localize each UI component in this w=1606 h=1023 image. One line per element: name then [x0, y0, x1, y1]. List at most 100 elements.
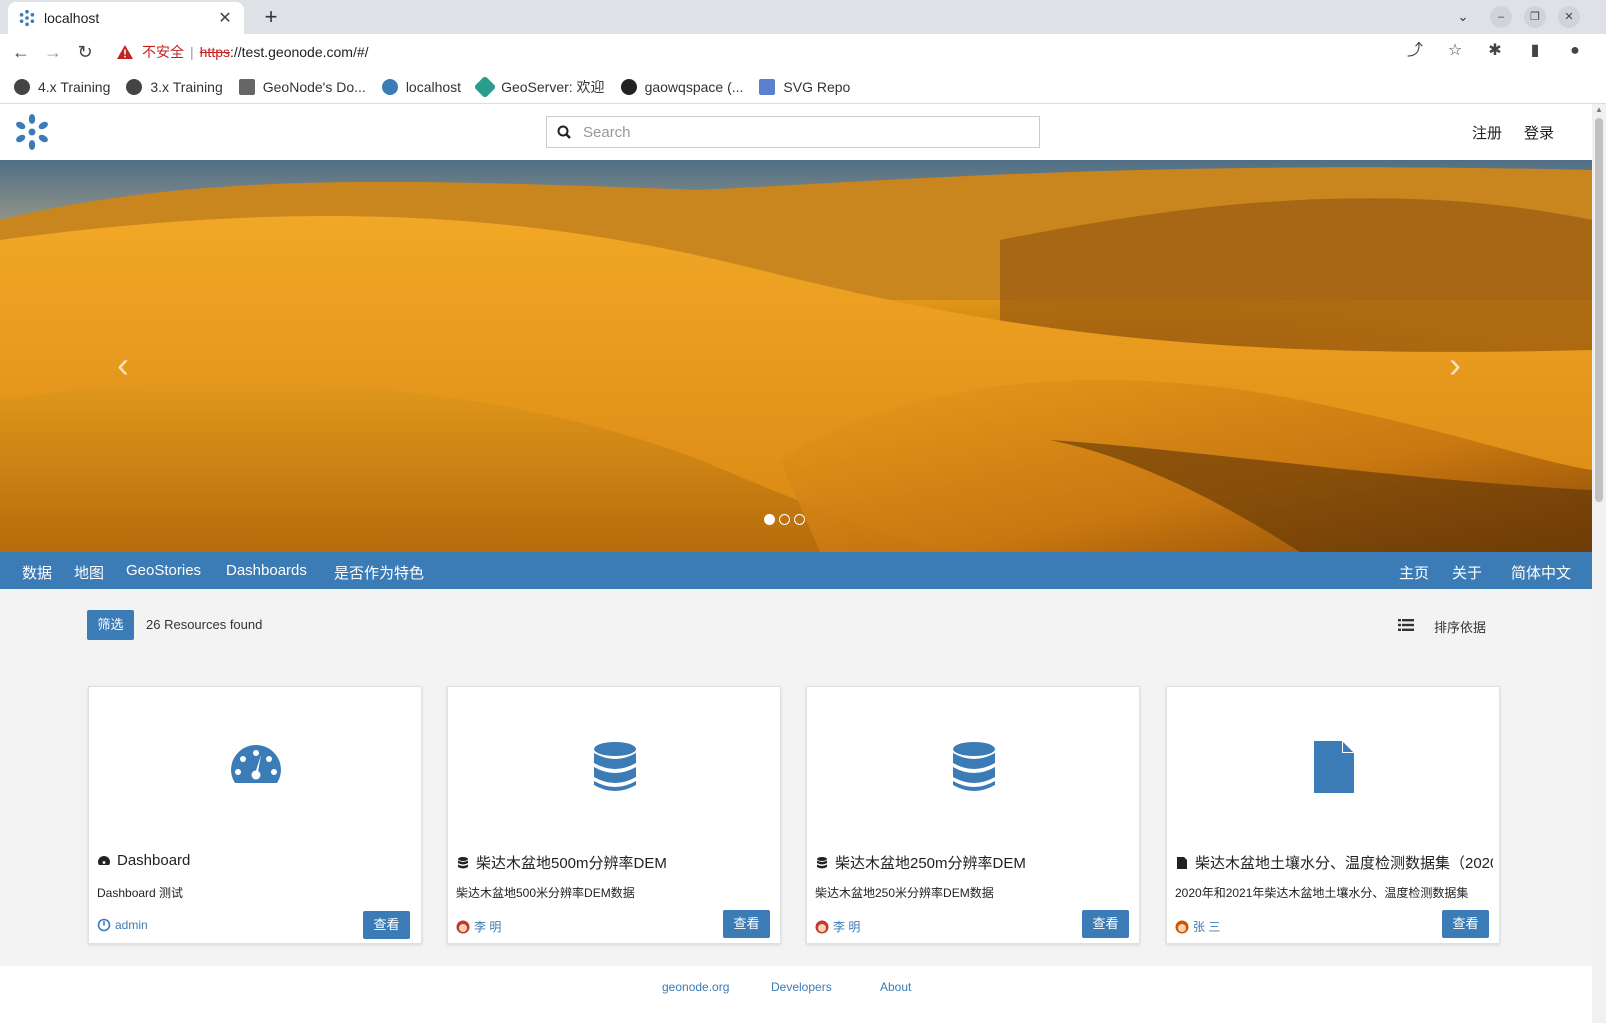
card-description: 柴达木盆地250米分辨率DEM数据 — [815, 886, 994, 900]
side-panel-icon[interactable]: ▮ — [1524, 40, 1546, 62]
result-count: 26 Resources found — [146, 617, 263, 632]
profile-icon[interactable]: ● — [1564, 40, 1586, 62]
back-icon[interactable]: ← — [10, 41, 32, 63]
bookmark-item[interactable]: GeoNode's Do... — [238, 78, 366, 95]
resource-card[interactable]: 柴达木盆地250m分辨率DEM 柴达木盆地250米分辨率DEM数据 李 明 查看 — [806, 686, 1140, 944]
reload-icon[interactable]: ↻ — [74, 41, 96, 63]
geonode-logo-icon[interactable] — [12, 112, 52, 152]
nav-item-about[interactable]: 关于 — [1452, 562, 1482, 583]
user-power-icon — [97, 918, 111, 932]
resource-card[interactable]: Dashboard Dashboard 测试 admin 查看 — [88, 686, 422, 944]
bookmark-item[interactable]: 3.x Training — [126, 78, 223, 95]
view-button[interactable]: 查看 — [363, 911, 410, 939]
dashboard-icon — [231, 745, 281, 783]
bookmark-item[interactable]: GeoServer: 欢迎 — [473, 75, 605, 98]
sort-dropdown[interactable]: 排序依据 — [1434, 617, 1486, 636]
carousel-dot[interactable] — [764, 514, 775, 525]
nav-item-maps[interactable]: 地图 — [74, 562, 104, 583]
view-button[interactable]: 查看 — [1082, 910, 1129, 938]
nav-item-language[interactable]: 简体中文 — [1511, 562, 1571, 583]
restore-icon[interactable]: ❐ — [1524, 6, 1546, 28]
page-scrollbar[interactable]: ▲ — [1592, 104, 1606, 1023]
new-tab-icon[interactable]: + — [258, 4, 284, 30]
dashboard-icon — [98, 855, 110, 865]
bookmarks-bar: 4.x Training 3.x Training GeoNode's Do..… — [0, 70, 1606, 104]
filter-button[interactable]: 筛选 — [87, 610, 134, 640]
footer-link-developers[interactable]: Developers — [771, 980, 832, 994]
owner-name: admin — [115, 918, 148, 932]
nav-item-geostories[interactable]: GeoStories — [126, 562, 201, 579]
view-button[interactable]: 查看 — [723, 910, 770, 938]
view-button[interactable]: 查看 — [1442, 910, 1489, 938]
nav-item-dashboards[interactable]: Dashboards — [226, 562, 307, 579]
carousel-dot[interactable] — [794, 514, 805, 525]
nav-item-data[interactable]: 数据 — [22, 562, 52, 583]
carousel-next-icon[interactable]: › — [1440, 345, 1470, 385]
card-owner[interactable]: admin — [97, 918, 148, 932]
resource-card[interactable]: 柴达木盆地500m分辨率DEM 柴达木盆地500米分辨率DEM数据 李 明 查看 — [447, 686, 781, 944]
close-tab-icon[interactable]: ✕ — [216, 8, 234, 28]
card-title[interactable]: 柴达木盆地500m分辨率DEM — [456, 852, 774, 873]
card-owner[interactable]: 李 明 — [815, 918, 860, 935]
database-icon — [594, 742, 636, 791]
main-navbar: 数据 地图 GeoStories Dashboards 是否作为特色 主页 关于… — [0, 552, 1592, 589]
database-icon — [953, 742, 995, 791]
card-title-text: 柴达木盆地250m分辨率DEM — [835, 855, 1026, 872]
card-title[interactable]: 柴达木盆地250m分辨率DEM — [815, 852, 1133, 873]
window-controls: – ❐ ✕ — [1490, 6, 1580, 28]
card-title[interactable]: Dashboard — [97, 852, 415, 869]
omnibox-divider: | — [190, 44, 194, 60]
nav-item-featured[interactable]: 是否作为特色 — [334, 562, 424, 583]
address-bar[interactable]: 不安全 | https ://test.geonode.com/#/ — [108, 38, 1388, 66]
card-owner[interactable]: 张 三 — [1175, 918, 1220, 935]
owner-name: 李 明 — [833, 920, 861, 934]
register-link[interactable]: 注册 — [1472, 122, 1502, 143]
card-owner[interactable]: 李 明 — [456, 918, 501, 935]
document-icon — [1177, 856, 1187, 869]
globe-icon — [126, 78, 143, 95]
browser-tab[interactable]: localhost ✕ — [8, 2, 244, 34]
geonode-icon — [381, 78, 398, 95]
scroll-up-icon[interactable]: ▲ — [1595, 106, 1603, 114]
share-icon[interactable]: ⤴ — [1404, 40, 1426, 62]
globe-icon — [14, 78, 30, 95]
database-icon — [817, 856, 827, 868]
carousel-dot[interactable] — [779, 514, 790, 525]
footer-link-geonode[interactable]: geonode.org — [662, 980, 729, 994]
bookmark-item[interactable]: gaowqspace (... — [620, 78, 743, 95]
site-footer: geonode.org Developers About — [0, 966, 1592, 1023]
chevron-down-icon[interactable]: ⌄ — [1452, 6, 1474, 28]
bookmark-star-icon[interactable]: ☆ — [1444, 40, 1466, 62]
url-text: ://test.geonode.com/#/ — [230, 44, 369, 60]
login-link[interactable]: 登录 — [1524, 122, 1554, 143]
hero-carousel: ‹ › — [0, 160, 1592, 552]
carousel-prev-icon[interactable]: ‹ — [108, 345, 138, 385]
avatar-icon — [1175, 920, 1189, 933]
bookmark-item[interactable]: localhost — [381, 78, 461, 95]
nav-item-home[interactable]: 主页 — [1399, 562, 1429, 583]
list-view-icon[interactable] — [1398, 618, 1414, 632]
geoserver-icon — [473, 75, 497, 98]
desert-dunes-image — [0, 160, 1592, 552]
card-title[interactable]: 柴达木盆地土壤水分、温度检测数据集（2020... — [1175, 852, 1493, 873]
browser-tab-strip: localhost ✕ + ⌄ – ❐ ✕ — [0, 0, 1606, 34]
extensions-icon[interactable]: ✱ — [1484, 40, 1506, 62]
url-scheme: https — [199, 44, 230, 60]
bookmark-item[interactable]: SVG Repo — [759, 78, 850, 95]
github-icon — [620, 78, 637, 95]
search-input[interactable] — [583, 123, 1023, 141]
card-title-text: 柴达木盆地500m分辨率DEM — [476, 855, 667, 872]
search-icon — [557, 125, 571, 139]
scrollbar-thumb[interactable] — [1595, 118, 1603, 502]
search-bar — [546, 116, 1040, 148]
avatar-icon — [815, 920, 829, 933]
database-icon — [458, 856, 468, 868]
bookmark-label: GeoServer: 欢迎 — [501, 78, 605, 95]
svgrepo-icon — [759, 78, 776, 95]
forward-icon[interactable]: → — [42, 41, 64, 63]
minimize-icon[interactable]: – — [1490, 6, 1512, 28]
bookmark-item[interactable]: 4.x Training — [14, 78, 110, 95]
close-window-icon[interactable]: ✕ — [1558, 6, 1580, 28]
footer-link-about[interactable]: About — [880, 980, 911, 994]
resource-card[interactable]: 柴达木盆地土壤水分、温度检测数据集（2020... 2020年和2021年柴达木… — [1166, 686, 1500, 944]
